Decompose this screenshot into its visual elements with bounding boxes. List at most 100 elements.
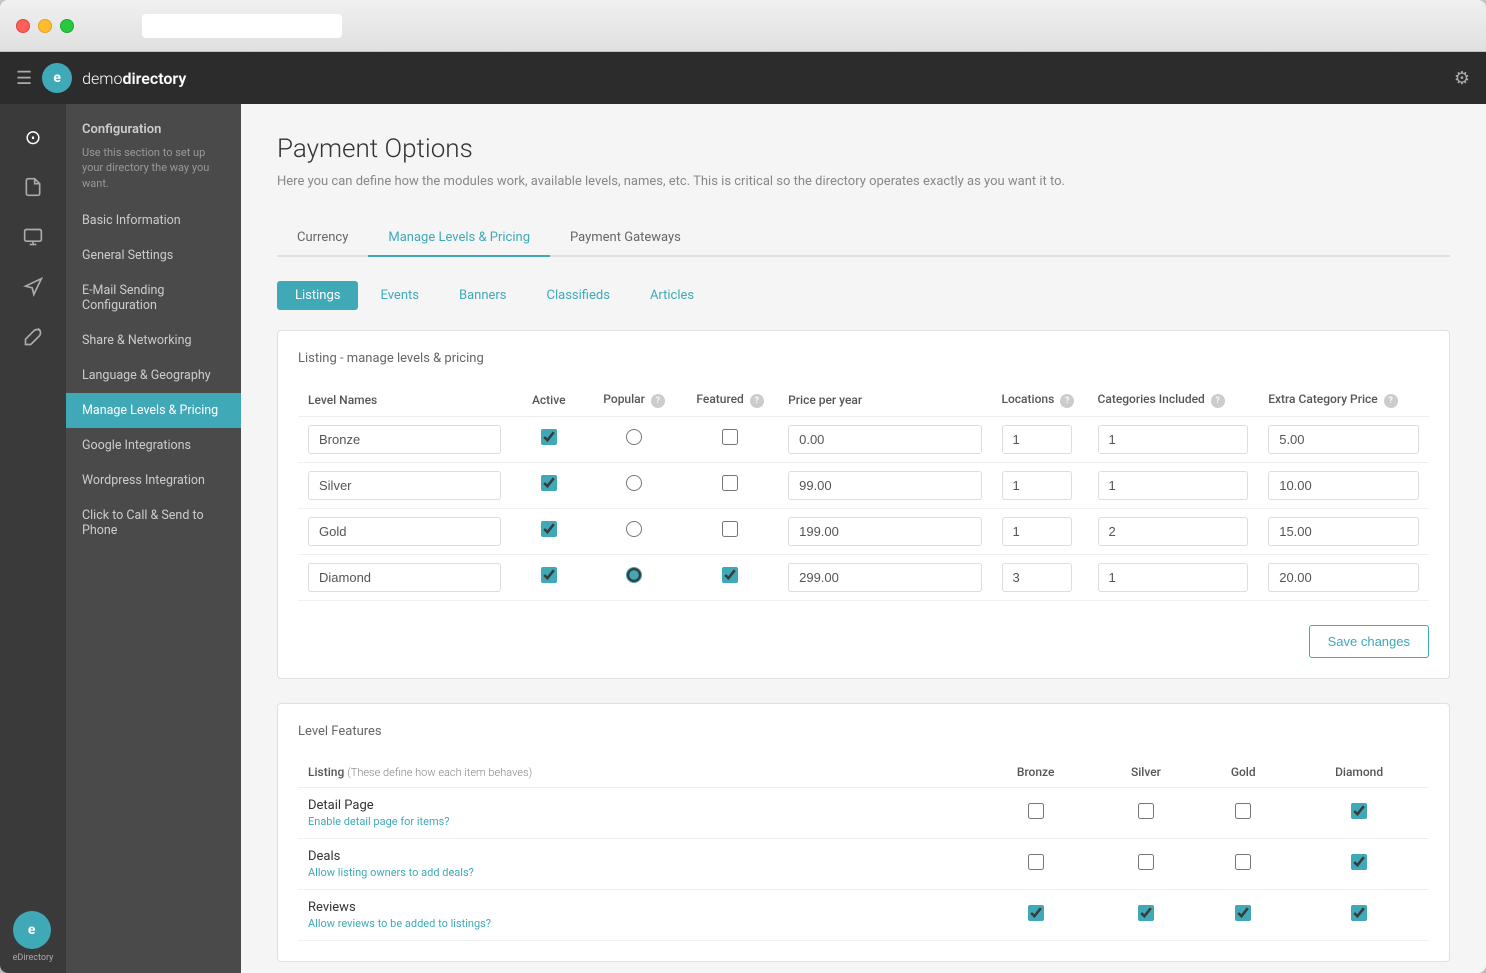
tab-payment-gateways[interactable]: Payment Gateways [550, 220, 701, 257]
sidebar-icon-megaphone[interactable] [10, 264, 56, 310]
level-name-gold[interactable] [308, 517, 501, 546]
feature-row-deals: Deals Allow listing owners to add deals? [298, 838, 1429, 889]
table-row [298, 554, 1429, 600]
extra-price-info-icon[interactable]: ? [1384, 394, 1398, 408]
settings-icon[interactable]: ⚙ [1454, 68, 1470, 89]
page-description: Here you can define how the modules work… [277, 172, 1450, 192]
feature-row-detail-page: Detail Page Enable detail page for items… [298, 787, 1429, 838]
price-bronze[interactable] [788, 425, 981, 454]
col-level-names: Level Names [298, 384, 511, 417]
popular-diamond[interactable] [626, 567, 642, 583]
nav-section-desc: Use this section to set up your director… [66, 141, 241, 203]
maximize-button[interactable] [60, 19, 74, 33]
locations-diamond[interactable] [1002, 563, 1072, 592]
deals-diamond[interactable] [1351, 854, 1367, 870]
featured-gold[interactable] [722, 521, 738, 537]
level-name-diamond[interactable] [308, 563, 501, 592]
deals-gold[interactable] [1235, 854, 1251, 870]
featured-diamond[interactable] [722, 567, 738, 583]
categories-info-icon[interactable]: ? [1211, 394, 1225, 408]
minimize-button[interactable] [38, 19, 52, 33]
level-name-silver[interactable] [308, 471, 501, 500]
nav-item-wordpress[interactable]: Wordpress Integration [66, 463, 241, 498]
sub-tab-classifieds[interactable]: Classifieds [529, 281, 628, 310]
active-bronze[interactable] [541, 429, 557, 445]
categories-silver[interactable] [1098, 471, 1249, 500]
locations-info-icon[interactable]: ? [1060, 394, 1074, 408]
sidebar-icon-paint[interactable] [10, 314, 56, 360]
nav-item-email-sending[interactable]: E-Mail Sending Configuration [66, 273, 241, 323]
locations-bronze[interactable] [1002, 425, 1072, 454]
tab-currency[interactable]: Currency [277, 220, 368, 257]
detail-page-gold[interactable] [1235, 803, 1251, 819]
detail-page-diamond[interactable] [1351, 803, 1367, 819]
popular-gold[interactable] [626, 521, 642, 537]
active-silver[interactable] [541, 475, 557, 491]
col-price: Price per year [778, 384, 991, 417]
nav-item-manage-levels[interactable]: Manage Levels & Pricing [66, 393, 241, 428]
extra-price-bronze[interactable] [1268, 425, 1419, 454]
categories-bronze[interactable] [1098, 425, 1249, 454]
feature-name-detail-page: Detail Page [308, 798, 967, 813]
price-gold[interactable] [788, 517, 981, 546]
sidebar-icon-compass[interactable]: ⊙ [10, 114, 56, 160]
reviews-diamond[interactable] [1351, 905, 1367, 921]
level-name-bronze[interactable] [308, 425, 501, 454]
locations-silver[interactable] [1002, 471, 1072, 500]
pricing-section-title: Listing - manage levels & pricing [298, 351, 1429, 366]
top-bar: ☰ e demodirectory ⚙ [0, 52, 1486, 104]
nav-item-language-geography[interactable]: Language & Geography [66, 358, 241, 393]
reviews-gold[interactable] [1235, 905, 1251, 921]
reviews-bronze[interactable] [1028, 905, 1044, 921]
sub-tab-banners[interactable]: Banners [441, 281, 525, 310]
locations-gold[interactable] [1002, 517, 1072, 546]
page-title: Payment Options [277, 134, 1450, 164]
extra-price-gold[interactable] [1268, 517, 1419, 546]
address-bar[interactable] [142, 14, 342, 38]
nav-item-click-to-call[interactable]: Click to Call & Send to Phone [66, 498, 241, 548]
active-gold[interactable] [541, 521, 557, 537]
extra-price-diamond[interactable] [1268, 563, 1419, 592]
sidebar-icon-file[interactable] [10, 164, 56, 210]
active-diamond[interactable] [541, 567, 557, 583]
sub-tab-events[interactable]: Events [362, 281, 436, 310]
detail-page-silver[interactable] [1138, 803, 1154, 819]
extra-price-silver[interactable] [1268, 471, 1419, 500]
tab-manage-levels[interactable]: Manage Levels & Pricing [368, 220, 550, 257]
close-button[interactable] [16, 19, 30, 33]
mac-titlebar [0, 0, 1486, 52]
reviews-silver[interactable] [1138, 905, 1154, 921]
nav-item-general-settings[interactable]: General Settings [66, 238, 241, 273]
save-changes-button[interactable]: Save changes [1309, 625, 1429, 658]
featured-bronze[interactable] [722, 429, 738, 445]
listing-header-label: Listing (These define how each item beha… [308, 765, 532, 779]
featured-silver[interactable] [722, 475, 738, 491]
table-row [298, 462, 1429, 508]
categories-diamond[interactable] [1098, 563, 1249, 592]
deals-bronze[interactable] [1028, 854, 1044, 870]
main-tabs: Currency Manage Levels & Pricing Payment… [277, 220, 1450, 257]
nav-item-google-integrations[interactable]: Google Integrations [66, 428, 241, 463]
edirectory-badge[interactable]: e [13, 911, 51, 949]
feature-desc-reviews: Allow reviews to be added to listings? [308, 917, 967, 930]
categories-gold[interactable] [1098, 517, 1249, 546]
nav-item-share-networking[interactable]: Share & Networking [66, 323, 241, 358]
deals-silver[interactable] [1138, 854, 1154, 870]
feature-name-deals: Deals [308, 849, 967, 864]
icon-sidebar: ⊙ e eDirectory [0, 104, 66, 973]
sub-tab-listings[interactable]: Listings [277, 281, 358, 310]
hamburger-icon[interactable]: ☰ [16, 68, 32, 89]
col-active: Active [511, 384, 586, 417]
nav-item-basic-information[interactable]: Basic Information [66, 203, 241, 238]
featured-info-icon[interactable]: ? [750, 394, 764, 408]
popular-info-icon[interactable]: ? [651, 394, 665, 408]
sub-tab-articles[interactable]: Articles [632, 281, 712, 310]
sidebar-icon-monitor[interactable] [10, 214, 56, 260]
feature-name-reviews: Reviews [308, 900, 967, 915]
price-diamond[interactable] [788, 563, 981, 592]
price-silver[interactable] [788, 471, 981, 500]
popular-silver[interactable] [626, 475, 642, 491]
popular-bronze[interactable] [626, 429, 642, 445]
main-content: Payment Options Here you can define how … [241, 104, 1486, 973]
detail-page-bronze[interactable] [1028, 803, 1044, 819]
